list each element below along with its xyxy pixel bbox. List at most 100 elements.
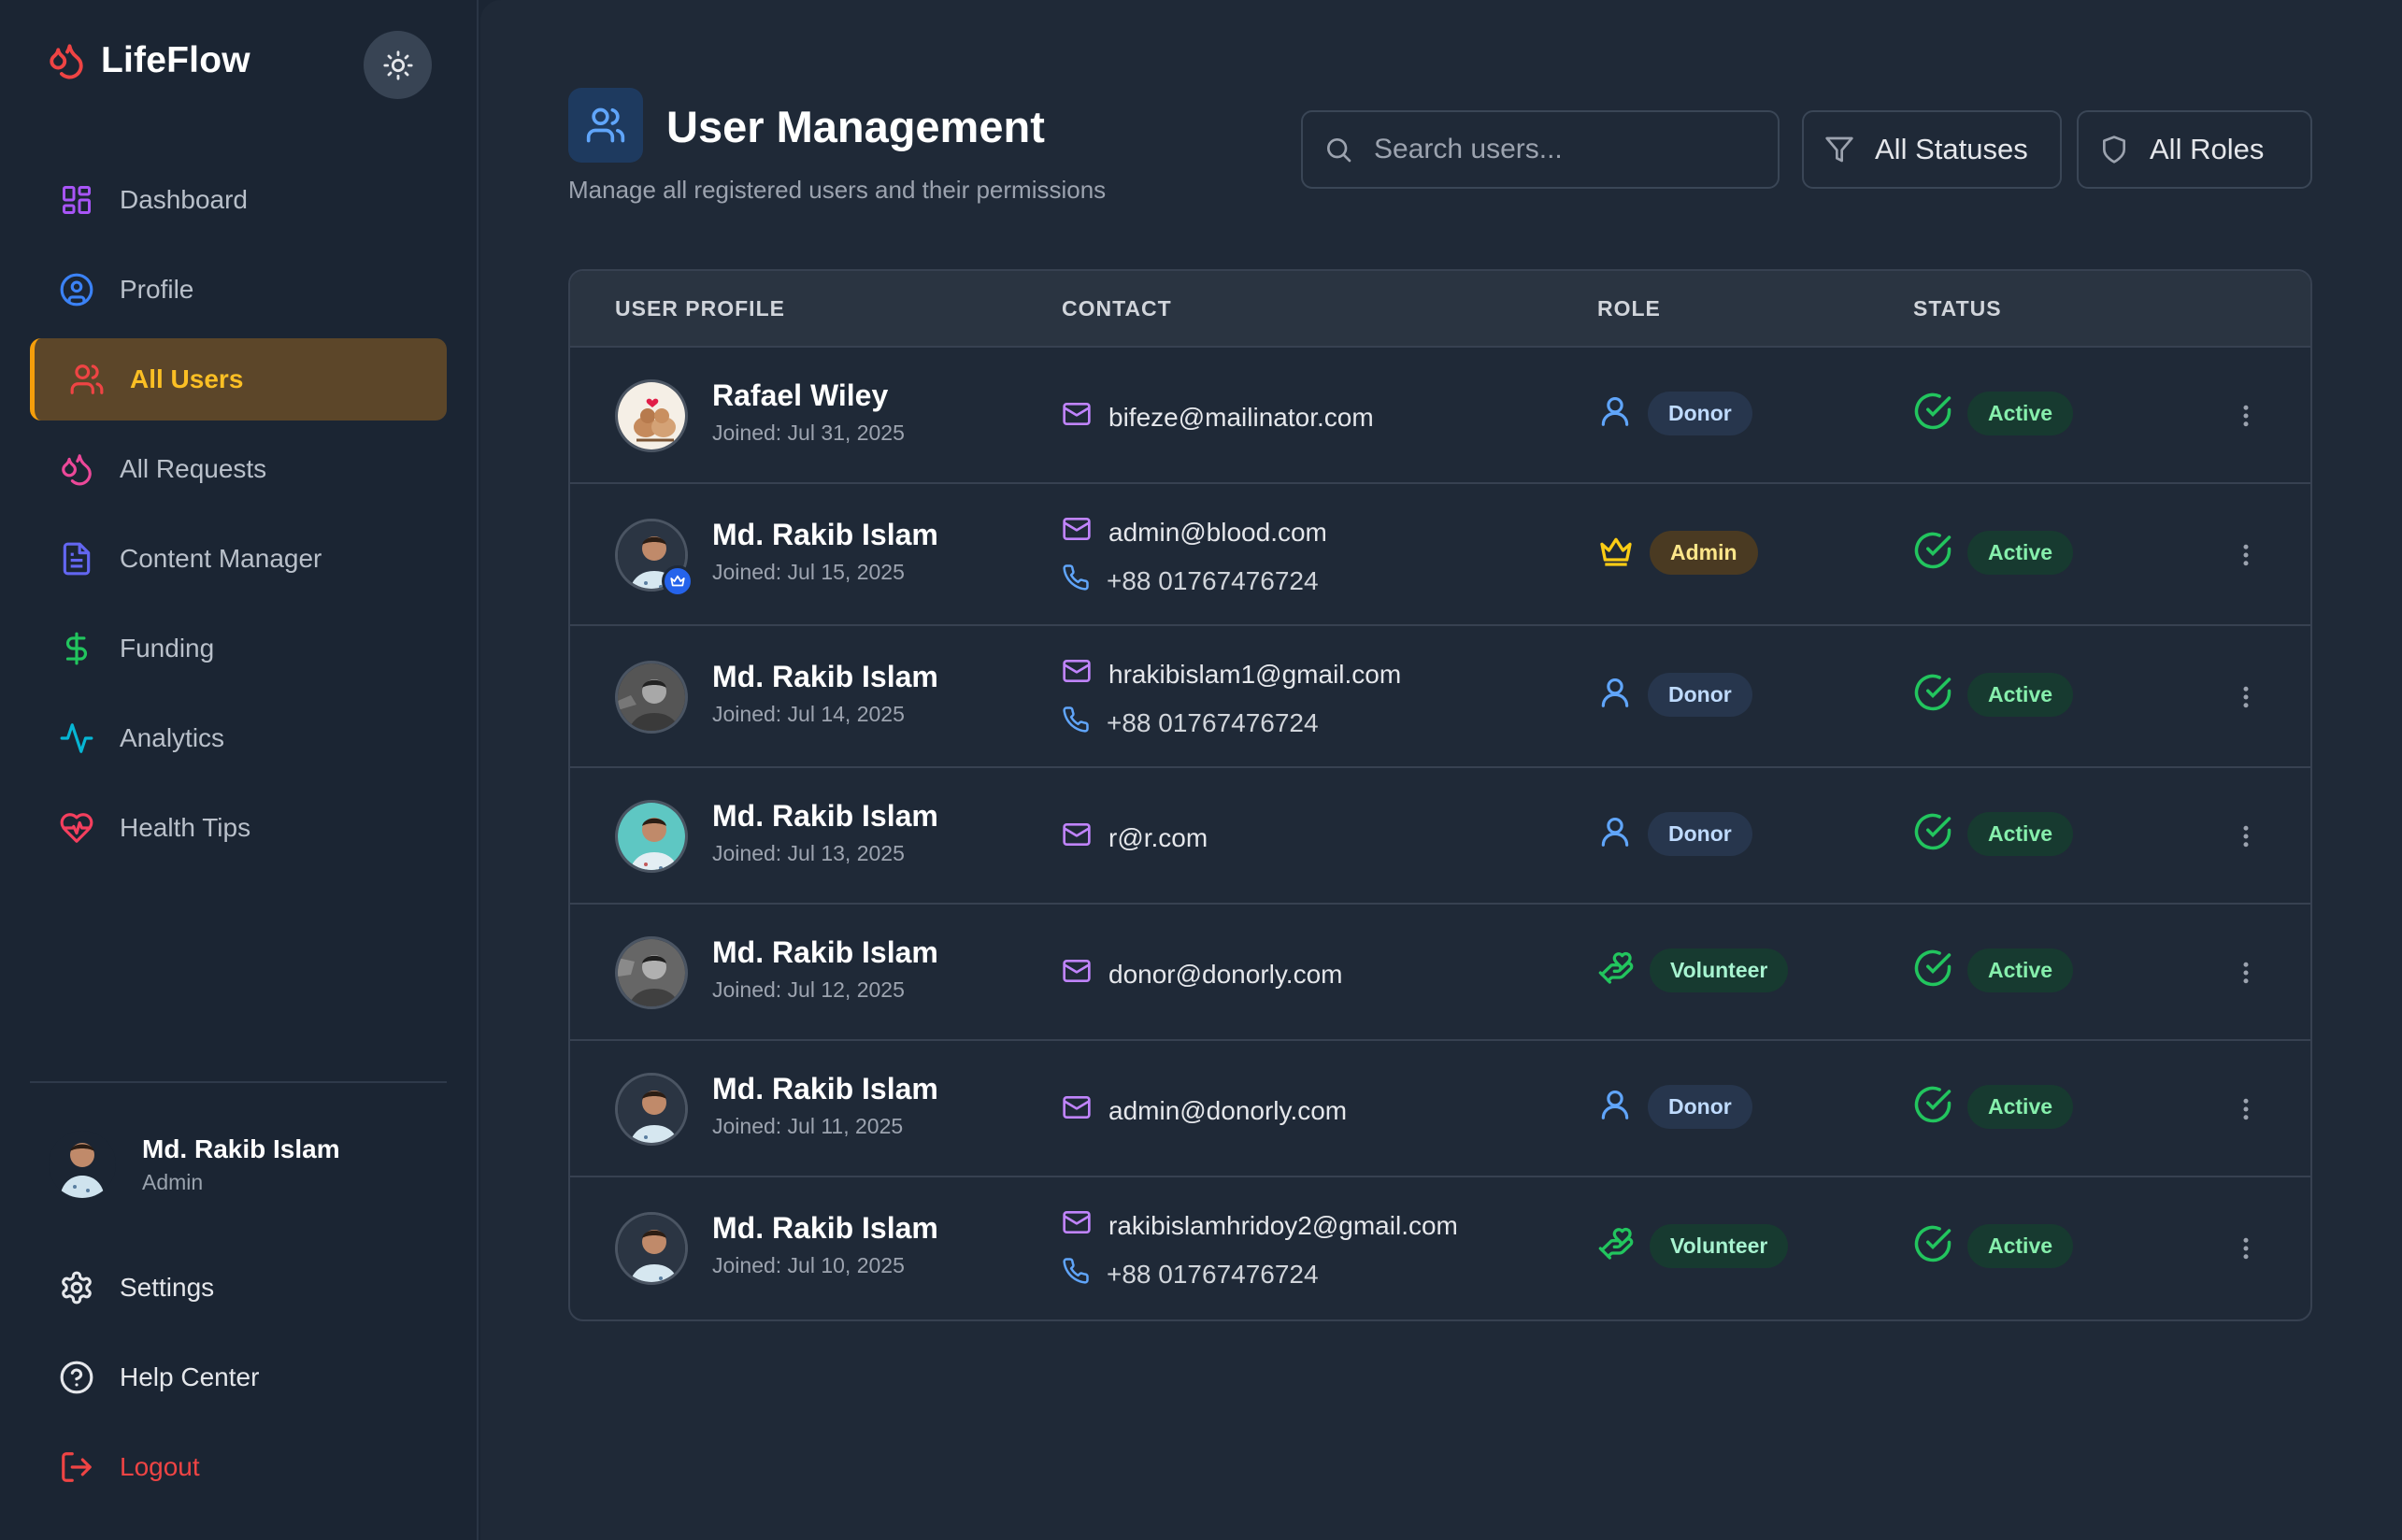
hand-heart-icon — [1597, 1225, 1635, 1267]
user-name: Md. Rakib Islam — [712, 935, 938, 969]
status-badge: Active — [1967, 1085, 2074, 1129]
logout-icon — [58, 1448, 95, 1486]
row-actions-button[interactable] — [2227, 678, 2265, 716]
document-icon — [58, 540, 95, 578]
role-badge: Volunteer — [1650, 948, 1789, 992]
table-row[interactable]: Md. Rakib Islam Joined: Jul 14, 2025 hra… — [570, 626, 2310, 768]
sidebar-item-health-tips[interactable]: Health Tips — [30, 787, 447, 869]
user-email: donor@donorly.com — [1108, 959, 1343, 989]
contact-cell: admin@blood.com +88 01767476724 — [1062, 514, 1327, 598]
user-name: Md. Rakib Islam — [712, 518, 938, 551]
sidebar-item-funding[interactable]: Funding — [30, 607, 447, 690]
brand-name: LifeFlow — [101, 40, 250, 80]
search-box[interactable] — [1301, 110, 1780, 189]
role-filter-dropdown[interactable]: All Roles — [2077, 110, 2312, 189]
table-row[interactable]: Md. Rakib Islam Joined: Jul 15, 2025 adm… — [570, 484, 2310, 626]
mail-icon — [1062, 956, 1092, 992]
role-cell: Admin — [1597, 531, 1758, 575]
table-row[interactable]: Md. Rakib Islam Joined: Jul 11, 2025 adm… — [570, 1041, 2310, 1177]
users-icon — [68, 361, 106, 398]
sidebar-item-label: Settings — [120, 1273, 215, 1302]
check-circle-icon — [1913, 673, 1952, 717]
table-row[interactable]: Md. Rakib Islam Joined: Jul 13, 2025 r@r… — [570, 768, 2310, 905]
contact-cell: hrakibislam1@gmail.com +88 01767476724 — [1062, 656, 1401, 740]
user-email: bifeze@mailinator.com — [1108, 402, 1374, 432]
avatar — [615, 800, 688, 873]
sidebar-bottom-nav: Settings Help Center Logout — [30, 1247, 447, 1516]
user-email: admin@donorly.com — [1108, 1095, 1348, 1125]
row-actions-button[interactable] — [2227, 818, 2265, 855]
contact-cell: bifeze@mailinator.com — [1062, 399, 1374, 435]
user-icon — [1597, 1087, 1633, 1127]
role-cell: Volunteer — [1597, 948, 1789, 992]
row-actions-button[interactable] — [2227, 397, 2265, 435]
user-joined-date: Joined: Jul 14, 2025 — [712, 702, 905, 726]
phone-line[interactable]: +88 01767476724 — [1062, 706, 1319, 740]
phone-line[interactable]: +88 01767476724 — [1062, 1257, 1319, 1291]
sidebar-item-label: Analytics — [120, 723, 225, 752]
sidebar-item-help-center[interactable]: Help Center — [30, 1336, 447, 1419]
theme-toggle-button[interactable] — [364, 31, 432, 99]
status-cell: Active — [1913, 948, 2074, 992]
email-line[interactable]: rakibislamhridoy2@gmail.com — [1062, 1207, 1458, 1244]
sidebar-item-profile[interactable]: Profile — [30, 249, 447, 331]
sidebar-item-dashboard[interactable]: Dashboard — [30, 159, 447, 241]
avatar — [49, 1131, 116, 1198]
table-row[interactable]: Md. Rakib Islam Joined: Jul 12, 2025 don… — [570, 905, 2310, 1041]
status-filter-dropdown[interactable]: All Statuses — [1802, 110, 2062, 189]
check-circle-icon — [1913, 1224, 1952, 1268]
mail-icon — [1062, 656, 1092, 692]
status-filter-label: All Statuses — [1875, 133, 2028, 165]
status-cell: Active — [1913, 392, 2074, 435]
dashboard-grid-icon — [58, 181, 95, 219]
column-header-status: STATUS — [1913, 295, 2002, 321]
row-actions-button[interactable] — [2227, 1230, 2265, 1267]
current-user-role: Admin — [142, 1169, 204, 1194]
brand[interactable]: LifeFlow — [45, 39, 250, 82]
sidebar-item-settings[interactable]: Settings — [30, 1247, 447, 1329]
sidebar-item-content-manager[interactable]: Content Manager — [30, 518, 447, 600]
mail-icon — [1062, 399, 1092, 435]
sidebar-item-analytics[interactable]: Analytics — [30, 697, 447, 779]
mail-icon — [1062, 1092, 1092, 1129]
email-line[interactable]: r@r.com — [1062, 820, 1208, 856]
user-info: Md. Rakib Islam Joined: Jul 11, 2025 — [712, 1072, 938, 1139]
table-body: Rafael Wiley Joined: Jul 31, 2025 bifeze… — [570, 348, 2310, 1319]
blood-drop-logo-icon — [45, 39, 88, 82]
users-header-icon — [568, 88, 643, 163]
user-avatar-cell — [615, 1212, 688, 1285]
phone-icon — [1062, 563, 1090, 598]
sidebar-item-all-requests[interactable]: All Requests — [30, 428, 447, 510]
sidebar-item-all-users[interactable]: All Users — [30, 338, 447, 421]
phone-line[interactable]: +88 01767476724 — [1062, 563, 1319, 598]
email-line[interactable]: hrakibislam1@gmail.com — [1062, 656, 1401, 692]
check-circle-icon — [1913, 1085, 1952, 1129]
page-subtitle: Manage all registered users and their pe… — [568, 176, 1107, 204]
row-actions-button[interactable] — [2227, 536, 2265, 574]
current-user[interactable]: Md. Rakib Islam Admin — [49, 1131, 340, 1198]
role-cell: Donor — [1597, 1085, 1752, 1129]
email-line[interactable]: bifeze@mailinator.com — [1062, 399, 1374, 435]
user-avatar-cell — [615, 800, 688, 873]
avatar — [615, 936, 688, 1009]
row-actions-button[interactable] — [2227, 954, 2265, 991]
user-info: Md. Rakib Islam Joined: Jul 15, 2025 — [712, 518, 938, 585]
contact-cell: admin@donorly.com — [1062, 1092, 1347, 1129]
user-avatar-cell — [615, 379, 688, 452]
row-actions-button[interactable] — [2227, 1091, 2265, 1128]
mail-icon — [1062, 820, 1092, 856]
role-cell: Donor — [1597, 392, 1752, 435]
check-circle-icon — [1913, 531, 1952, 575]
email-line[interactable]: donor@donorly.com — [1062, 956, 1342, 992]
table-row[interactable]: Md. Rakib Islam Joined: Jul 10, 2025 rak… — [570, 1177, 2310, 1319]
sidebar-item-label: All Users — [130, 364, 244, 393]
user-circle-icon — [58, 271, 95, 308]
email-line[interactable]: admin@blood.com — [1062, 514, 1327, 550]
email-line[interactable]: admin@donorly.com — [1062, 1092, 1347, 1129]
logout-button[interactable]: Logout — [30, 1426, 447, 1508]
sidebar: LifeFlow Dashboard Profile All Users All… — [0, 0, 479, 1540]
search-input[interactable] — [1374, 134, 1748, 165]
table-row[interactable]: Rafael Wiley Joined: Jul 31, 2025 bifeze… — [570, 348, 2310, 484]
status-badge: Active — [1967, 531, 2074, 575]
user-avatar-cell — [615, 661, 688, 734]
